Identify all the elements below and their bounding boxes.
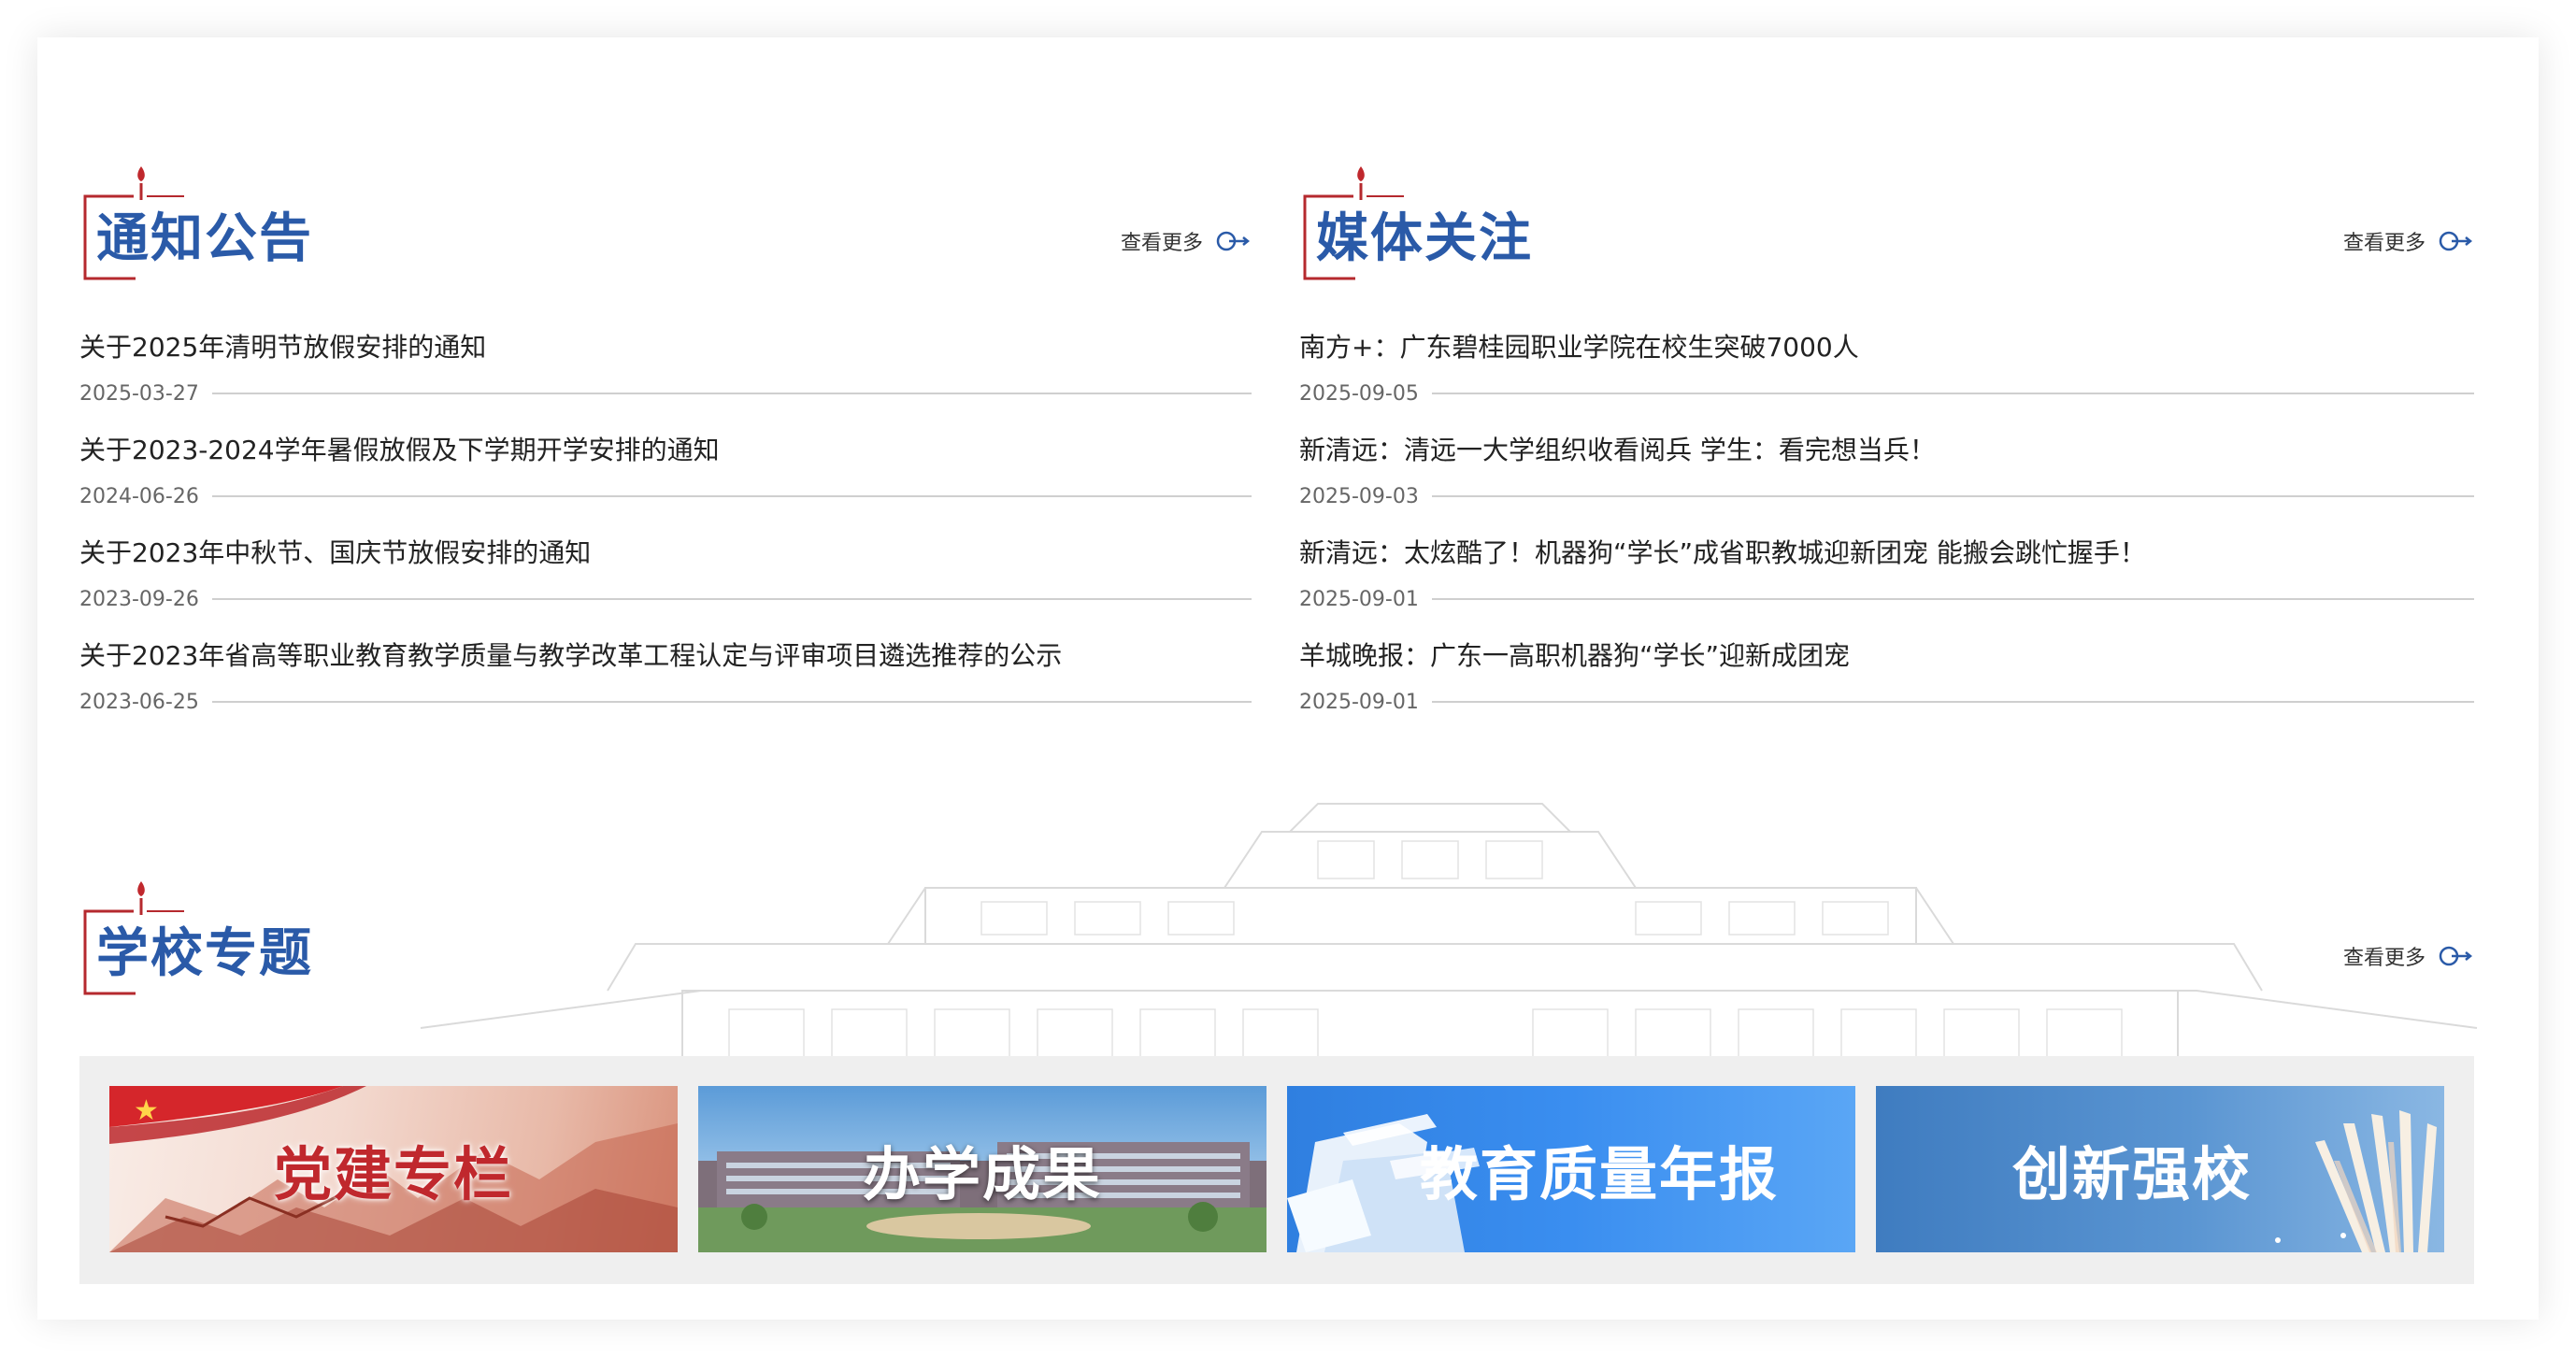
- notices-list: 关于2025年清明节放假安排的通知 2025-03-27 关于2023-2024…: [79, 327, 1252, 757]
- notices-more-link[interactable]: 查看更多: [1121, 222, 1252, 260]
- news-item[interactable]: 关于2023-2024学年暑假放假及下学期开学安排的通知 2024-06-26: [79, 430, 1252, 533]
- news-meta: 2025-09-03: [1299, 482, 2474, 510]
- topic-tiles: ★ 党建专栏 办学成果 教育质量年报 创新强校: [79, 1056, 2474, 1284]
- news-meta: 2023-09-26: [79, 585, 1252, 613]
- topics-title: 学校专题: [96, 923, 313, 984]
- news-item[interactable]: 南方+：广东碧桂园职业学院在校生突破7000人 2025-09-05: [1299, 327, 2474, 430]
- topics-more-label: 查看更多: [2342, 947, 2426, 970]
- news-date: 2025-09-03: [1299, 484, 1419, 508]
- divider: [1431, 598, 2474, 600]
- news-date: 2025-09-01: [1299, 587, 1419, 611]
- news-meta: 2024-06-26: [79, 482, 1252, 510]
- topic-tile-innovation[interactable]: 创新强校: [1876, 1086, 2444, 1252]
- notices-more-label: 查看更多: [1120, 232, 1203, 255]
- media-header: 媒体关注 查看更多: [1299, 159, 2474, 280]
- news-date: 2025-03-27: [79, 381, 199, 406]
- divider: [211, 495, 1252, 497]
- media-more-label: 查看更多: [2342, 232, 2426, 255]
- arrow-circle-icon: [2439, 231, 2473, 251]
- news-meta: 2023-06-25: [79, 688, 1252, 716]
- topic-tile-achievements[interactable]: 办学成果: [698, 1086, 1267, 1252]
- news-item[interactable]: 关于2025年清明节放假安排的通知 2025-03-27: [79, 327, 1252, 430]
- news-item[interactable]: 关于2023年中秋节、国庆节放假安排的通知 2023-09-26: [79, 533, 1252, 636]
- notices-header: 通知公告 查看更多: [79, 159, 1252, 280]
- arrow-circle-icon: [1216, 231, 1251, 251]
- notices-title: 通知公告: [96, 208, 313, 269]
- media-more-link[interactable]: 查看更多: [2343, 222, 2474, 260]
- news-title[interactable]: 关于2023年省高等职业教育教学质量与教学改革工程认定与评审项目遴选推荐的公示: [79, 636, 1062, 673]
- news-item[interactable]: 羊城晚报：广东一高职机器狗“学长”迎新成团宠 2025-09-01: [1299, 636, 2474, 738]
- divider: [1431, 393, 2474, 394]
- divider: [1431, 495, 2474, 497]
- tile-label: 办学成果: [862, 1140, 1102, 1208]
- news-meta: 2025-03-27: [79, 379, 1252, 407]
- news-title[interactable]: 南方+：广东碧桂园职业学院在校生突破7000人: [1299, 327, 1859, 364]
- news-title[interactable]: 羊城晚报：广东一高职机器狗“学长”迎新成团宠: [1299, 636, 1850, 673]
- arrow-circle-icon: [2439, 946, 2473, 966]
- topic-tile-party[interactable]: ★ 党建专栏: [109, 1086, 678, 1252]
- news-item[interactable]: 关于2023年省高等职业教育教学质量与教学改革工程认定与评审项目遴选推荐的公示 …: [79, 636, 1252, 738]
- news-title[interactable]: 新清远：清远一大学组织收看阅兵 学生：看完想当兵！: [1299, 430, 1936, 467]
- topics-more-link[interactable]: 查看更多: [2343, 937, 2474, 975]
- divider: [211, 393, 1252, 394]
- tile-label: 创新强校: [2011, 1140, 2252, 1208]
- news-item[interactable]: 新清远：太炫酷了！机器狗“学长”成省职教城迎新团宠 能搬会跳忙握手！ 2025-…: [1299, 533, 2474, 636]
- news-title[interactable]: 关于2023-2024学年暑假放假及下学期开学安排的通知: [79, 430, 720, 467]
- news-date: 2025-09-05: [1299, 381, 1419, 406]
- news-meta: 2025-09-01: [1299, 688, 2474, 716]
- tile-label: 教育质量年报: [1419, 1140, 1779, 1208]
- news-date: 2023-09-26: [79, 587, 199, 611]
- content-card: 通知公告 查看更多 关于2025年清明节放假安排的通知 2025-03-27 关…: [37, 37, 2539, 1320]
- news-title[interactable]: 关于2023年中秋节、国庆节放假安排的通知: [79, 533, 591, 570]
- news-title[interactable]: 关于2025年清明节放假安排的通知: [79, 327, 486, 364]
- news-meta: 2025-09-01: [1299, 585, 2474, 613]
- topics-header: 学校专题 查看更多: [79, 874, 2474, 995]
- news-title[interactable]: 新清远：太炫酷了！机器狗“学长”成省职教城迎新团宠 能搬会跳忙握手！: [1299, 533, 2146, 570]
- media-title: 媒体关注: [1316, 208, 1533, 269]
- news-date: 2023-06-25: [79, 690, 199, 714]
- news-date: 2024-06-26: [79, 484, 199, 508]
- news-date: 2025-09-01: [1299, 690, 1419, 714]
- news-meta: 2025-09-05: [1299, 379, 2474, 407]
- news-item[interactable]: 新清远：清远一大学组织收看阅兵 学生：看完想当兵！ 2025-09-03: [1299, 430, 2474, 533]
- media-list: 南方+：广东碧桂园职业学院在校生突破7000人 2025-09-05 新清远：清…: [1299, 327, 2474, 757]
- divider: [211, 701, 1252, 703]
- divider: [1431, 701, 2474, 703]
- tile-label: 党建专栏: [273, 1140, 513, 1208]
- divider: [211, 598, 1252, 600]
- topic-tile-quality-report[interactable]: 教育质量年报: [1287, 1086, 1855, 1252]
